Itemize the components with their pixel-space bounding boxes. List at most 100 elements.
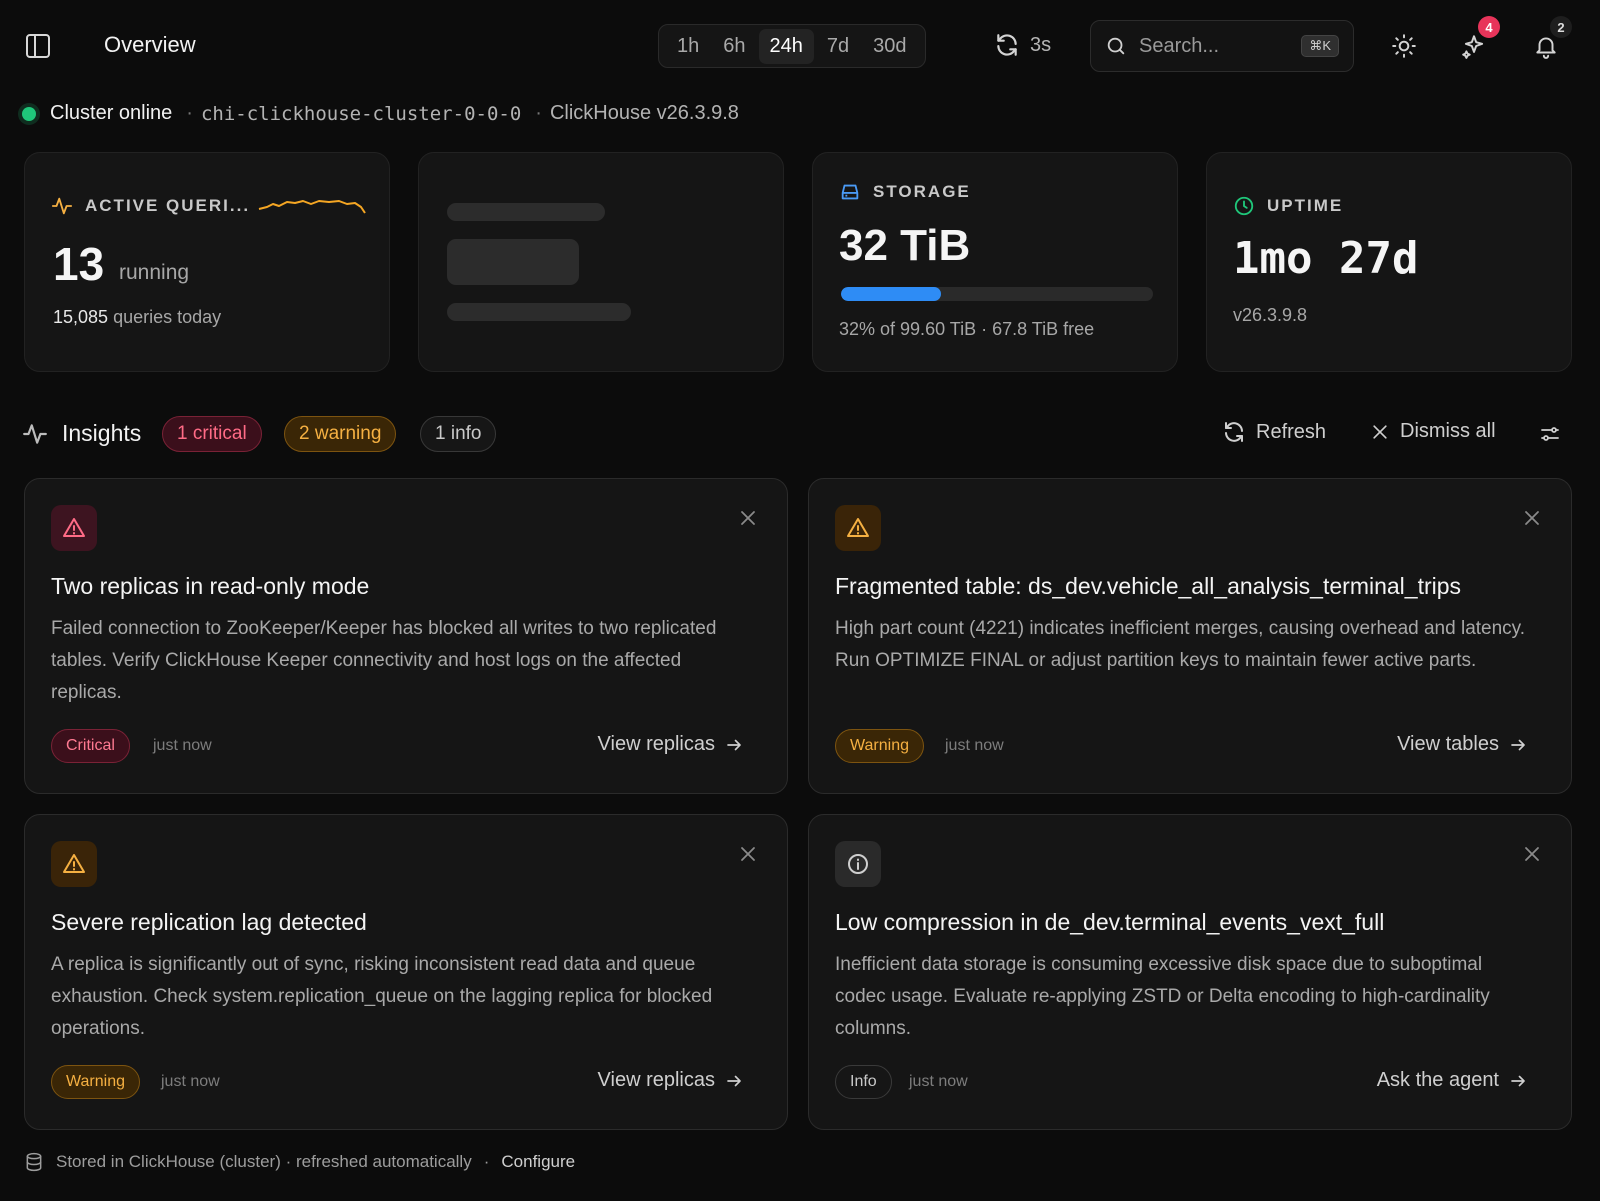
insight-description: Failed connection to ZooKeeper/Keeper ha…	[51, 618, 717, 703]
database-icon	[26, 1152, 42, 1172]
filter-critical[interactable]: 1 critical	[162, 416, 262, 452]
severity-badge: Warning	[835, 729, 924, 763]
hard-drive-icon	[841, 184, 859, 200]
time-range-1h[interactable]: 1h	[666, 29, 710, 64]
agent-badge: 4	[1478, 16, 1500, 38]
insight-title: Two replicas in read-only mode	[51, 573, 370, 599]
queries-today: 15,085 queries today	[53, 307, 222, 327]
view-replicas-link[interactable]: View replicas	[598, 733, 743, 756]
insight-description: Inefficient data storage is consuming ex…	[835, 954, 1490, 1039]
sidebar-toggle-icon[interactable]	[26, 34, 50, 58]
arrow-right-icon	[727, 739, 741, 750]
dismiss-insight-icon[interactable]	[1523, 509, 1541, 527]
view-tables-link[interactable]: View tables	[1397, 733, 1527, 756]
time-range-7d[interactable]: 7d	[816, 29, 860, 64]
activity-icon	[51, 197, 73, 215]
insight-card-info[interactable]: Low compression in de_dev.terminal_event…	[808, 814, 1572, 1130]
online-status-dot	[22, 106, 36, 121]
skeleton-block	[447, 239, 579, 285]
storage-label: STORAGE	[839, 181, 971, 203]
storage-card[interactable]: STORAGE 32 TiB 32% of 99.60 TiB · 67.8 T…	[812, 152, 1178, 372]
time-range-30d[interactable]: 30d	[862, 29, 917, 64]
notifications-button[interactable]: 2	[1530, 16, 1572, 62]
insight-card-warning[interactable]: Severe replication lag detected A replic…	[24, 814, 788, 1130]
configure-link[interactable]: Configure	[501, 1152, 575, 1172]
insight-title: Severe replication lag detected	[51, 909, 367, 935]
info-icon-box	[835, 841, 881, 887]
time-range-24h[interactable]: 24h	[758, 28, 814, 64]
ask-agent-link[interactable]: Ask the agent	[1377, 1069, 1527, 1092]
agent-button[interactable]: 4	[1458, 16, 1500, 62]
dismiss-insight-icon[interactable]	[739, 845, 757, 863]
time-range-selector: 1h 6h 24h 7d 30d	[658, 24, 926, 68]
bell-icon	[1536, 37, 1556, 59]
filter-info[interactable]: 1 info	[420, 416, 497, 452]
alert-triangle-icon	[63, 518, 85, 537]
top-bar: Overview 1h 6h 24h 7d 30d 3s Search... ⌘…	[0, 0, 1600, 92]
insights-footer: Stored in ClickHouse (cluster) · refresh…	[24, 1152, 575, 1172]
insights-settings-button[interactable]	[1538, 422, 1562, 446]
arrow-right-icon	[727, 1075, 741, 1086]
insight-time: just now	[161, 1073, 220, 1090]
insight-title: Fragmented table: ds_dev.vehicle_all_ana…	[835, 573, 1462, 599]
storage-usage-bar	[841, 287, 1153, 301]
search-input[interactable]: Search... ⌘K	[1090, 20, 1354, 72]
activity-icon	[23, 423, 47, 444]
insight-time: just now	[945, 737, 1004, 754]
storage-detail: 32% of 99.60 TiB · 67.8 TiB free	[839, 319, 1095, 339]
alert-triangle-icon	[847, 518, 869, 537]
cluster-host: chi-clickhouse-cluster-0-0-0	[200, 102, 522, 125]
skeleton-line	[447, 203, 605, 221]
skeleton-line	[447, 303, 631, 321]
notifications-badge: 2	[1550, 16, 1572, 38]
insight-card-warning[interactable]: Fragmented table: ds_dev.vehicle_all_ana…	[808, 478, 1572, 794]
insight-description: High part count (4221) indicates ineffic…	[835, 618, 1526, 671]
cluster-status: Cluster online · chi-clickhouse-cluster-…	[22, 102, 739, 125]
insight-card-critical[interactable]: Two replicas in read-only mode Failed co…	[24, 478, 788, 794]
active-queries-sparkline	[258, 200, 366, 214]
active-queries-unit: running	[119, 261, 190, 284]
status-separator: ·	[186, 102, 193, 124]
refresh-insights-button[interactable]: Refresh	[1222, 420, 1326, 444]
insights-heading: Insights	[22, 420, 141, 447]
filter-warning[interactable]: 2 warning	[284, 416, 397, 452]
theme-toggle-button[interactable]	[1388, 30, 1420, 62]
active-queries-label: ACTIVE QUERI...	[51, 195, 250, 217]
view-replicas-link[interactable]: View replicas	[598, 1069, 743, 1092]
close-icon	[1373, 424, 1387, 439]
severity-badge: Info	[835, 1065, 892, 1099]
refresh-icon	[997, 34, 1017, 56]
insight-description: A replica is significantly out of sync, …	[51, 954, 713, 1039]
sliders-icon	[1541, 427, 1559, 441]
search-placeholder: Search...	[1139, 34, 1220, 57]
footer-separator: ·	[483, 1152, 490, 1171]
sun-icon	[1392, 34, 1416, 58]
page-title: Overview	[104, 32, 196, 57]
search-icon	[1107, 37, 1125, 55]
search-shortcut: ⌘K	[1301, 35, 1339, 57]
storage-value: 32 TiB	[839, 221, 971, 270]
uptime-value: 1mo 27d	[1233, 233, 1419, 284]
uptime-version: v26.3.9.8	[1233, 305, 1308, 325]
active-queries-value: 13	[53, 238, 105, 290]
dismiss-insight-icon[interactable]	[1523, 845, 1541, 863]
alert-icon-box	[51, 841, 97, 887]
dismiss-insight-icon[interactable]	[739, 509, 757, 527]
severity-badge: Warning	[51, 1065, 140, 1099]
loading-card	[418, 152, 784, 372]
insight-time: just now	[909, 1073, 968, 1090]
refresh-icon	[1225, 422, 1243, 442]
auto-refresh-button[interactable]: 3s	[994, 32, 1051, 58]
insight-time: just now	[153, 737, 212, 754]
alert-icon-box	[51, 505, 97, 551]
dismiss-all-button[interactable]: Dismiss all	[1370, 420, 1496, 443]
uptime-card[interactable]: UPTIME 1mo 27d v26.3.9.8	[1206, 152, 1572, 372]
sparkle-icon	[1462, 35, 1484, 59]
arrow-right-icon	[1511, 739, 1525, 750]
storage-note: Stored in ClickHouse (cluster) · refresh…	[56, 1152, 472, 1171]
time-range-6h[interactable]: 6h	[712, 29, 756, 64]
severity-badge: Critical	[51, 729, 130, 763]
active-queries-card[interactable]: ACTIVE QUERI... 13 running 15,085 querie…	[24, 152, 390, 372]
insight-title: Low compression in de_dev.terminal_event…	[835, 909, 1385, 935]
alert-icon-box	[835, 505, 881, 551]
